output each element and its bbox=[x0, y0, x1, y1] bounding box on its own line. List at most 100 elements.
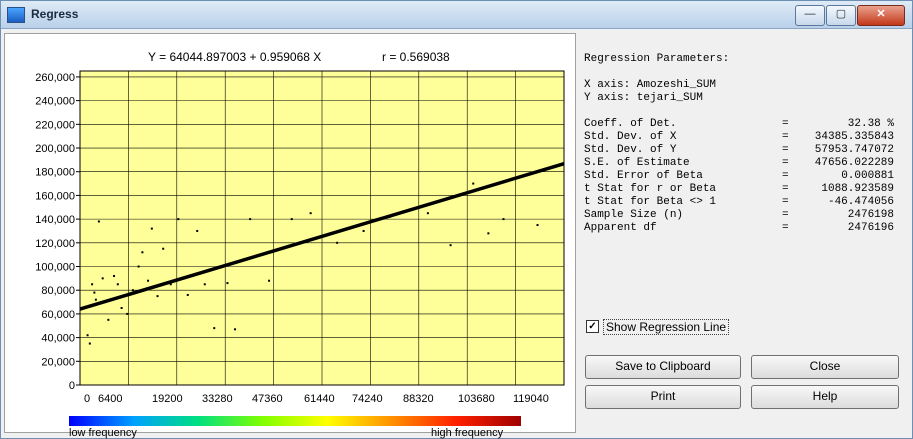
scatter-point bbox=[131, 289, 134, 292]
parameter-label: Apparent df bbox=[584, 222, 657, 234]
y-tick-label: 60,000 bbox=[41, 309, 75, 321]
parameter-value: 2476198 bbox=[847, 209, 894, 221]
x-tick-label: 119040 bbox=[513, 393, 549, 405]
y-tick-label: 40,000 bbox=[41, 333, 75, 345]
scatter-point bbox=[137, 265, 140, 268]
y-tick-label: 160,000 bbox=[35, 190, 75, 202]
parameter-label: Sample Size (n) bbox=[584, 209, 684, 221]
show-regression-line-checkbox[interactable]: ✓ bbox=[586, 320, 599, 333]
y-tick-label: 260,000 bbox=[35, 72, 75, 84]
scatter-point bbox=[536, 224, 539, 227]
parameter-value: 0.000881 bbox=[841, 170, 894, 182]
scatter-point bbox=[426, 212, 429, 215]
parameter-label: Std. Dev. of Y bbox=[584, 144, 677, 156]
scatter-point bbox=[449, 244, 452, 247]
scatter-point bbox=[147, 279, 150, 282]
parameter-label: Std. Dev. of X bbox=[584, 131, 677, 143]
parameter-value: 57953.747072 bbox=[814, 144, 894, 156]
save-to-clipboard-button[interactable]: Save to Clipboard bbox=[585, 355, 741, 379]
y-tick-label: 180,000 bbox=[35, 167, 75, 179]
x-tick-label: 33280 bbox=[202, 393, 233, 405]
close-button[interactable]: Close bbox=[751, 355, 899, 379]
y-tick-label: 120,000 bbox=[35, 238, 75, 250]
parameter-equals: = bbox=[782, 131, 789, 143]
parameter-equals: = bbox=[782, 209, 789, 221]
parameter-equals: = bbox=[782, 118, 789, 130]
scatter-point bbox=[88, 342, 91, 345]
parameter-equals: = bbox=[782, 144, 789, 156]
x-tick-label: 103680 bbox=[458, 393, 495, 405]
scatter-point bbox=[177, 218, 180, 221]
parameters-heading: Regression Parameters: bbox=[584, 53, 730, 65]
scatter-point bbox=[309, 212, 312, 215]
x-tick-label: 6400 bbox=[98, 393, 122, 405]
minimize-button[interactable]: — bbox=[795, 5, 825, 26]
scatter-point bbox=[234, 328, 237, 331]
parameter-label: Std. Error of Beta bbox=[584, 170, 703, 182]
parameter-equals: = bbox=[782, 183, 789, 195]
x-tick-label: 19200 bbox=[152, 393, 183, 405]
scatter-point bbox=[487, 232, 490, 235]
scatter-point bbox=[213, 327, 216, 330]
y-axis-label: Y axis: tejari_SUM bbox=[584, 92, 703, 104]
parameter-value: 2476196 bbox=[847, 222, 894, 234]
parameter-equals: = bbox=[782, 196, 789, 208]
y-tick-label: 20,000 bbox=[41, 356, 75, 368]
parameter-label: S.E. of Estimate bbox=[584, 157, 690, 169]
parameter-label: t Stat for Beta <> 1 bbox=[584, 196, 717, 208]
print-button[interactable]: Print bbox=[585, 385, 741, 409]
parameter-equals: = bbox=[782, 222, 789, 234]
parameter-equals: = bbox=[782, 157, 789, 169]
parameter-value: 47656.022289 bbox=[814, 157, 894, 169]
scatter-point bbox=[362, 229, 365, 232]
y-tick-label: 140,000 bbox=[35, 214, 75, 226]
high-frequency-label: high frequency bbox=[431, 427, 504, 439]
y-tick-label: 220,000 bbox=[35, 119, 75, 131]
parameter-label: t Stat for r or Beta bbox=[584, 183, 717, 195]
scatter-point bbox=[93, 291, 96, 294]
scatter-point bbox=[249, 218, 252, 221]
parameter-label: Coeff. of Det. bbox=[584, 118, 677, 130]
parameter-equals: = bbox=[782, 170, 789, 182]
scatter-point bbox=[86, 334, 89, 337]
y-tick-label: 200,000 bbox=[35, 143, 75, 155]
scatter-point bbox=[97, 220, 100, 223]
scatter-chart: 260,000 240,000 220,000 200,000 180,000 160,0… bbox=[35, 70, 565, 405]
scatter-point bbox=[186, 293, 189, 296]
scatter-point bbox=[113, 274, 116, 277]
y-tick-label: 0 bbox=[69, 380, 75, 392]
scatter-point bbox=[156, 295, 159, 298]
scatter-point bbox=[203, 283, 206, 286]
regress-window: Regress — ▢ ✕ Y = 64044.897003 + 0.95906… bbox=[0, 0, 913, 439]
x-tick-label: 47360 bbox=[252, 393, 283, 405]
low-frequency-label: low frequency bbox=[69, 427, 137, 439]
parameter-value: 34385.335843 bbox=[814, 131, 894, 143]
maximize-button[interactable]: ▢ bbox=[826, 5, 856, 26]
help-button[interactable]: Help bbox=[751, 385, 899, 409]
scatter-point bbox=[290, 218, 293, 221]
scatter-point bbox=[94, 298, 97, 301]
y-tick-label: 100,000 bbox=[35, 262, 75, 274]
x-tick-label: 88320 bbox=[403, 393, 434, 405]
parameter-value: 32.38 % bbox=[847, 118, 894, 130]
parameter-value: -46.474056 bbox=[827, 196, 894, 208]
scatter-point bbox=[101, 277, 104, 280]
scatter-point bbox=[502, 218, 505, 221]
scatter-point bbox=[126, 312, 129, 315]
scatter-point bbox=[268, 279, 271, 282]
x-tick-label: 61440 bbox=[304, 393, 335, 405]
x-axis-label: X axis: Amozeshi_SUM bbox=[584, 79, 717, 91]
show-regression-line-label[interactable]: Show Regression Line bbox=[603, 319, 730, 335]
frequency-colorbar bbox=[69, 416, 521, 426]
scatter-point bbox=[226, 282, 229, 285]
scatter-point bbox=[116, 283, 119, 286]
x-tick-label: 0 bbox=[84, 393, 90, 405]
scatter-point bbox=[472, 182, 475, 185]
scatter-point bbox=[336, 241, 339, 244]
close-window-button[interactable]: ✕ bbox=[857, 5, 905, 26]
scatter-point bbox=[120, 306, 123, 309]
parameter-value: 1088.923589 bbox=[821, 183, 894, 195]
y-tick-label: 80,000 bbox=[41, 285, 75, 297]
scatter-point bbox=[196, 229, 199, 232]
x-tick-label: 74240 bbox=[352, 393, 383, 405]
